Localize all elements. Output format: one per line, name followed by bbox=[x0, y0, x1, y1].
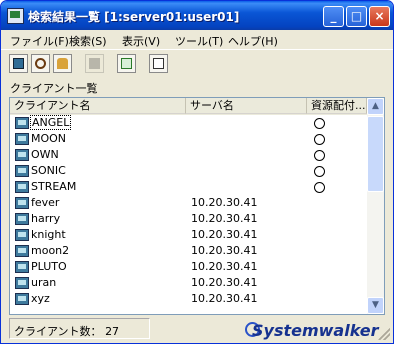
status-bar: クライアント数： 27 Systemwalker bbox=[1, 317, 393, 343]
resource-distribution-circle-icon bbox=[314, 118, 325, 129]
refresh-tool-button[interactable] bbox=[117, 54, 136, 73]
minimize-button[interactable]: _ bbox=[323, 6, 344, 27]
client-count-label: クライアント数： bbox=[14, 325, 102, 338]
print-tool-button[interactable] bbox=[85, 54, 104, 73]
maximize-button[interactable]: □ bbox=[346, 6, 367, 27]
list-item[interactable]: xyz 10.20.30.41 bbox=[10, 291, 367, 308]
server-name: 10.20.30.41 bbox=[191, 212, 258, 225]
list-item[interactable]: MOON bbox=[10, 131, 367, 148]
server-name: 10.20.30.41 bbox=[191, 244, 258, 257]
menu-view[interactable]: 表示(V) bbox=[122, 33, 160, 49]
server-name: 10.20.30.41 bbox=[191, 260, 258, 273]
client-computer-icon bbox=[15, 197, 29, 209]
client-name: OWN bbox=[31, 148, 59, 161]
client-computer-icon bbox=[15, 293, 29, 305]
list-item[interactable]: ANGEL bbox=[10, 115, 367, 132]
menu-search[interactable]: 検索(S) bbox=[69, 33, 107, 49]
refresh-icon bbox=[121, 58, 132, 69]
client-computer-icon bbox=[15, 165, 29, 177]
column-client-name[interactable]: クライアント名 bbox=[10, 98, 186, 114]
scroll-down-button[interactable]: ▼ bbox=[367, 297, 384, 314]
list-item[interactable]: PLUTO 10.20.30.41 bbox=[10, 259, 367, 276]
print-icon bbox=[89, 58, 100, 69]
client-name: uran bbox=[31, 276, 57, 289]
column-server-name[interactable]: サーバ名 bbox=[186, 98, 307, 114]
resource-distribution-circle-icon bbox=[314, 166, 325, 177]
close-button[interactable]: × bbox=[369, 6, 390, 27]
scroll-thumb[interactable] bbox=[367, 116, 384, 192]
list-item[interactable]: OWN bbox=[10, 147, 367, 164]
client-name: MOON bbox=[31, 132, 67, 145]
client-list-label: クライアント一覧 bbox=[10, 82, 98, 95]
list-item[interactable]: knight 10.20.30.41 bbox=[10, 227, 367, 244]
systemwalker-logo-text: Systemwalker bbox=[252, 321, 379, 340]
user-icon bbox=[57, 58, 68, 69]
client-count-value: 27 bbox=[105, 325, 120, 338]
menu-bar: ファイル(F) 検索(S) 表示(V) ツール(T) ヘルプ(H) bbox=[1, 30, 393, 50]
client-computer-icon bbox=[15, 261, 29, 273]
server-name: 10.20.30.41 bbox=[191, 276, 258, 289]
export-icon bbox=[153, 58, 164, 69]
list-item[interactable]: uran 10.20.30.41 bbox=[10, 275, 367, 292]
client-computer-icon bbox=[15, 245, 29, 257]
menu-file[interactable]: ファイル(F) bbox=[10, 33, 69, 49]
list-item[interactable]: moon2 10.20.30.41 bbox=[10, 243, 367, 260]
client-name: SONIC bbox=[31, 164, 66, 177]
toolbar bbox=[1, 50, 393, 77]
column-resource-distribution[interactable]: 資源配付... bbox=[307, 98, 367, 114]
server-name: 10.20.30.41 bbox=[191, 228, 258, 241]
client-list-tool-button[interactable] bbox=[9, 54, 28, 73]
client-name: PLUTO bbox=[31, 260, 67, 273]
list-item[interactable]: fever 10.20.30.41 bbox=[10, 195, 367, 212]
resource-distribution-circle-icon bbox=[314, 182, 325, 193]
client-computer-icon bbox=[15, 117, 29, 129]
list-item[interactable]: SONIC bbox=[10, 163, 367, 180]
export-tool-button[interactable] bbox=[149, 54, 168, 73]
user-tool-button[interactable] bbox=[53, 54, 72, 73]
list-item[interactable]: harry 10.20.30.41 bbox=[10, 211, 367, 228]
client-name: moon2 bbox=[31, 244, 70, 257]
client-name: fever bbox=[31, 196, 60, 209]
client-computer-icon bbox=[15, 181, 29, 193]
server-name: 10.20.30.41 bbox=[191, 196, 258, 209]
title-bar[interactable]: 検索結果一覧 [1:server01:user01] _ □ × bbox=[1, 1, 393, 30]
server-name: 10.20.30.41 bbox=[191, 292, 258, 305]
resource-distribution-circle-icon bbox=[314, 150, 325, 161]
client-computer-icon bbox=[15, 133, 29, 145]
app-icon[interactable] bbox=[7, 8, 24, 24]
client-name: knight bbox=[31, 228, 66, 241]
resize-grip[interactable] bbox=[378, 328, 390, 340]
client-name: STREAM bbox=[31, 180, 77, 193]
scroll-up-button[interactable]: ▲ bbox=[367, 98, 384, 115]
client-name: xyz bbox=[31, 292, 50, 305]
client-computer-icon bbox=[15, 229, 29, 241]
resource-distribution-circle-icon bbox=[314, 134, 325, 145]
client-count-text: クライアント数： 27 bbox=[14, 323, 119, 339]
client-name: ANGEL bbox=[29, 115, 72, 130]
client-computer-icon bbox=[15, 277, 29, 289]
find-icon bbox=[35, 58, 46, 69]
vertical-scrollbar[interactable]: ▲ ▼ bbox=[367, 98, 384, 314]
search-results-window: 検索結果一覧 [1:server01:user01] _ □ × ファイル(F)… bbox=[0, 0, 394, 344]
client-list[interactable]: クライアント名 サーバ名 資源配付... ANGEL MOON OWN SONIC ST… bbox=[9, 97, 385, 315]
client-computer-icon bbox=[15, 149, 29, 161]
list-icon bbox=[13, 58, 24, 69]
client-name: harry bbox=[31, 212, 61, 225]
list-header: クライアント名 サーバ名 資源配付... bbox=[10, 98, 367, 115]
client-computer-icon bbox=[15, 213, 29, 225]
client-count-panel: クライアント数： 27 bbox=[9, 318, 150, 339]
menu-help[interactable]: ヘルプ(H) bbox=[228, 33, 278, 49]
list-item[interactable]: STREAM bbox=[10, 179, 367, 196]
find-tool-button[interactable] bbox=[31, 54, 50, 73]
menu-tools[interactable]: ツール(T) bbox=[175, 33, 223, 49]
window-title: 検索結果一覧 [1:server01:user01] bbox=[28, 10, 240, 24]
